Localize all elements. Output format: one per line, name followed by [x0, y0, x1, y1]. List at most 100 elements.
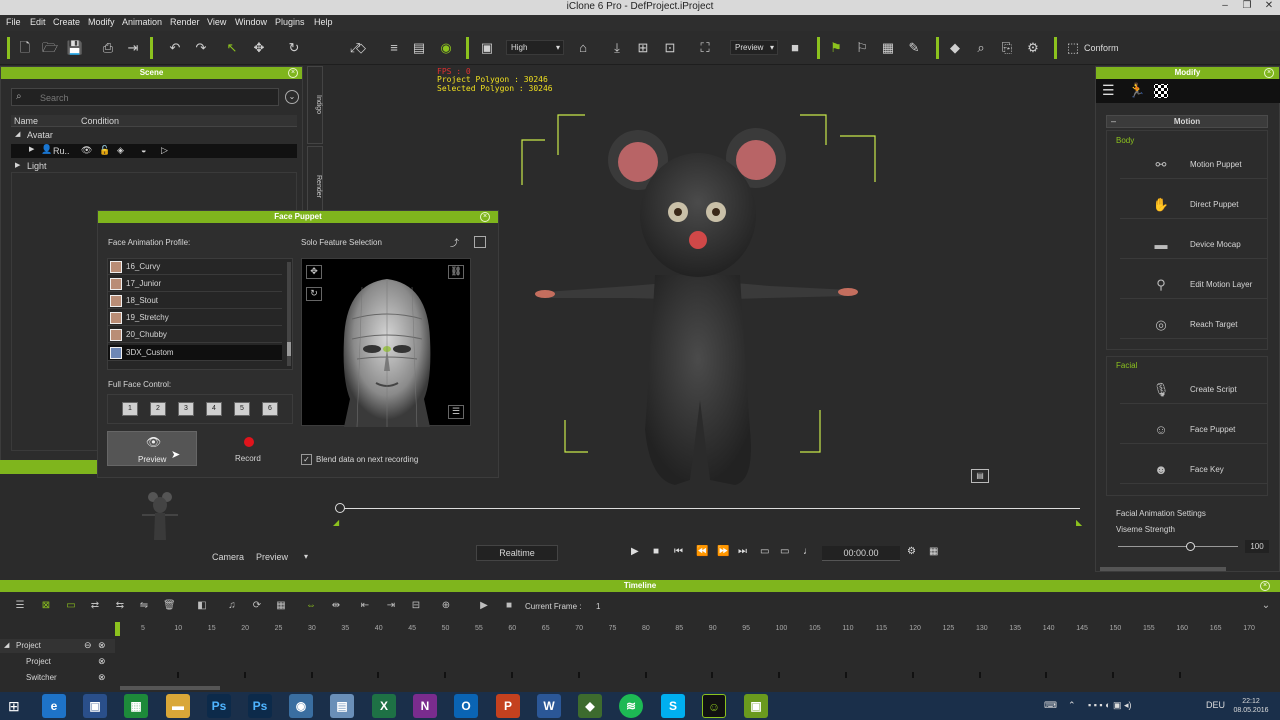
swap-icon[interactable]: ⇋	[138, 600, 150, 612]
face-control-button-4[interactable]: 4	[206, 402, 222, 416]
break-clip-icon[interactable]: ⇄	[89, 600, 101, 612]
remove-icon[interactable]: ⇥	[385, 600, 397, 612]
open-folder-icon[interactable]: 🗁	[41, 39, 59, 57]
face-key-button[interactable]: ☻ Face Key	[1120, 456, 1268, 484]
motion-filter-icon[interactable]: ⊠	[40, 600, 52, 612]
list-item[interactable]: 20_Chubby	[108, 327, 282, 343]
render-icon[interactable]: ◈	[117, 145, 124, 156]
switcher-keyframe[interactable]	[177, 672, 179, 678]
visibility-icon[interactable]: ◉	[437, 39, 455, 57]
refresh-icon[interactable]: ⟳	[251, 600, 263, 612]
viseme-slider-knob[interactable]	[1186, 542, 1195, 551]
list-item[interactable]: 18_Stout	[108, 293, 282, 309]
subtitle-icon[interactable]: ▭	[780, 546, 789, 557]
viseme-value[interactable]: 100	[1245, 540, 1269, 553]
range-start-marker[interactable]: ◢	[333, 518, 339, 527]
list-scrollbar[interactable]	[287, 262, 291, 366]
switcher-keyframe[interactable]	[577, 672, 580, 678]
load-icon[interactable]: ⤴	[450, 236, 464, 248]
music-icon[interactable]: ♫	[226, 600, 238, 612]
tray-icons[interactable]: ▪ ▪ ▪ ◐ ▣ ◂)	[1088, 700, 1132, 711]
quality-select[interactable]: High ▾	[506, 40, 564, 55]
list-item[interactable]: 17_Junior	[108, 276, 282, 292]
tab-indigo[interactable]: Indigo	[307, 66, 323, 144]
taskbar-excel-icon[interactable]: X	[372, 694, 396, 718]
taskbar-spotify-icon[interactable]: ≋	[619, 694, 643, 718]
list-item-selected[interactable]: 3DX_Custom	[108, 345, 282, 361]
tree-item-character[interactable]: ▶ 👤 Ru.. 👁 🔓 ◈ ◒ ▷	[11, 144, 297, 158]
create-script-button[interactable]: 🎙 Create Script	[1120, 376, 1268, 404]
next-frame-icon[interactable]: ⏩	[717, 546, 729, 557]
taskbar-chrome-icon[interactable]: ◉	[289, 694, 313, 718]
collect-clip-icon[interactable]: ▭	[65, 600, 77, 612]
fit-range-icon[interactable]: ⇔	[305, 600, 317, 612]
menu-plugins[interactable]: Plugins	[275, 17, 305, 27]
taskbar-app-icon[interactable]: ▣	[83, 694, 107, 718]
close-icon[interactable]: ×	[480, 212, 490, 222]
crop-icon[interactable]: ⊟	[410, 600, 422, 612]
record-button[interactable]: Record	[205, 431, 293, 466]
expand-icon[interactable]: ▶	[29, 145, 34, 153]
clipboard-icon[interactable]: ▦	[879, 39, 897, 57]
taskbar-clock[interactable]: 22:12 08.05.2016	[1226, 697, 1276, 715]
face-feature-preview[interactable]: ✥ ↻ ⛓ ☰	[301, 258, 471, 428]
menu-view[interactable]: View	[207, 17, 226, 27]
close-icon[interactable]: ✕	[1258, 0, 1280, 15]
edit-motion-layer-button[interactable]: ⚲ Edit Motion Layer	[1120, 271, 1268, 299]
switcher-keyframe[interactable]	[711, 672, 714, 678]
close-icon[interactable]: ×	[288, 68, 298, 78]
menu-modify[interactable]: Modify	[88, 17, 115, 27]
preview-button[interactable]: 👁 Preview	[107, 431, 197, 466]
taskbar-3dx-icon[interactable]: ▣	[744, 694, 768, 718]
realtime-select[interactable]: Realtime	[476, 545, 558, 561]
taskbar-powerpoint-icon[interactable]: P	[496, 694, 520, 718]
taskbar-publisher-icon[interactable]: ▦	[124, 694, 148, 718]
blend-checkbox[interactable]: ✓	[301, 454, 312, 465]
track-close-icon[interactable]: ⊗	[98, 656, 106, 667]
music-icon[interactable]: ♩	[803, 546, 813, 557]
reset-icon[interactable]: ↻	[306, 287, 322, 301]
snap-icon[interactable]: ◇	[352, 39, 370, 57]
taskbar-outlook-icon[interactable]: O	[454, 694, 478, 718]
zoom-all-icon[interactable]: ⊞	[634, 39, 652, 57]
loop-icon[interactable]: ▭	[760, 546, 769, 557]
menu-window[interactable]: Window	[235, 17, 267, 27]
flatten-icon[interactable]: ⇆	[114, 600, 126, 612]
motion-section-header[interactable]: – Motion	[1106, 115, 1268, 128]
zoom-selected-icon[interactable]: ⊡	[661, 39, 679, 57]
taskbar-notepad-icon[interactable]: ▤	[330, 694, 354, 718]
track-close-icon[interactable]: ⊗	[98, 672, 106, 683]
search-input[interactable]: Search	[40, 93, 69, 103]
insert-icon[interactable]: ⇤	[359, 600, 371, 612]
direct-puppet-button[interactable]: ✋ Direct Puppet	[1120, 191, 1268, 219]
track-switcher[interactable]: Switcher ⊗	[0, 671, 115, 685]
timeline-options-icon[interactable]: ⌄	[1260, 600, 1272, 612]
save-icon[interactable]	[474, 236, 486, 248]
shadow-icon[interactable]: ◒	[141, 145, 146, 155]
current-frame-value[interactable]: 1	[596, 602, 600, 611]
stop-icon[interactable]: ■	[653, 546, 659, 557]
lock-icon[interactable]: 🔓	[99, 145, 110, 156]
trash-icon[interactable]: 🗑	[163, 600, 176, 612]
switcher-keyframe[interactable]	[644, 672, 647, 678]
track-project-sub[interactable]: Project ⊗	[0, 655, 115, 669]
minimize-icon[interactable]: –	[1214, 0, 1236, 15]
character-model[interactable]	[500, 100, 900, 500]
grid-icon[interactable]: ▦	[275, 600, 287, 612]
sound-icon[interactable]: ◧	[196, 600, 208, 612]
windows-start-icon[interactable]: ⊞	[8, 698, 24, 714]
camera-select[interactable]: Preview ▾	[254, 549, 316, 564]
package-icon[interactable]: ⎘	[998, 39, 1016, 57]
expand-range-icon[interactable]: ⇹	[330, 600, 342, 612]
face-control-button-2[interactable]: 2	[150, 402, 166, 416]
link-icon[interactable]: ⛓	[448, 265, 464, 279]
viseme-slider-track[interactable]	[1118, 546, 1238, 547]
close-icon[interactable]: ×	[1264, 68, 1274, 78]
taskbar-word-icon[interactable]: W	[537, 694, 561, 718]
flag-icon[interactable]: ⚐	[853, 39, 871, 57]
home-icon[interactable]: ⌂	[574, 39, 592, 57]
align-icon[interactable]: ≡	[385, 39, 403, 57]
collapse-icon[interactable]: ◢	[15, 130, 20, 138]
playhead-knob[interactable]	[335, 503, 345, 513]
track-close-icon[interactable]: ⊗	[98, 640, 106, 651]
